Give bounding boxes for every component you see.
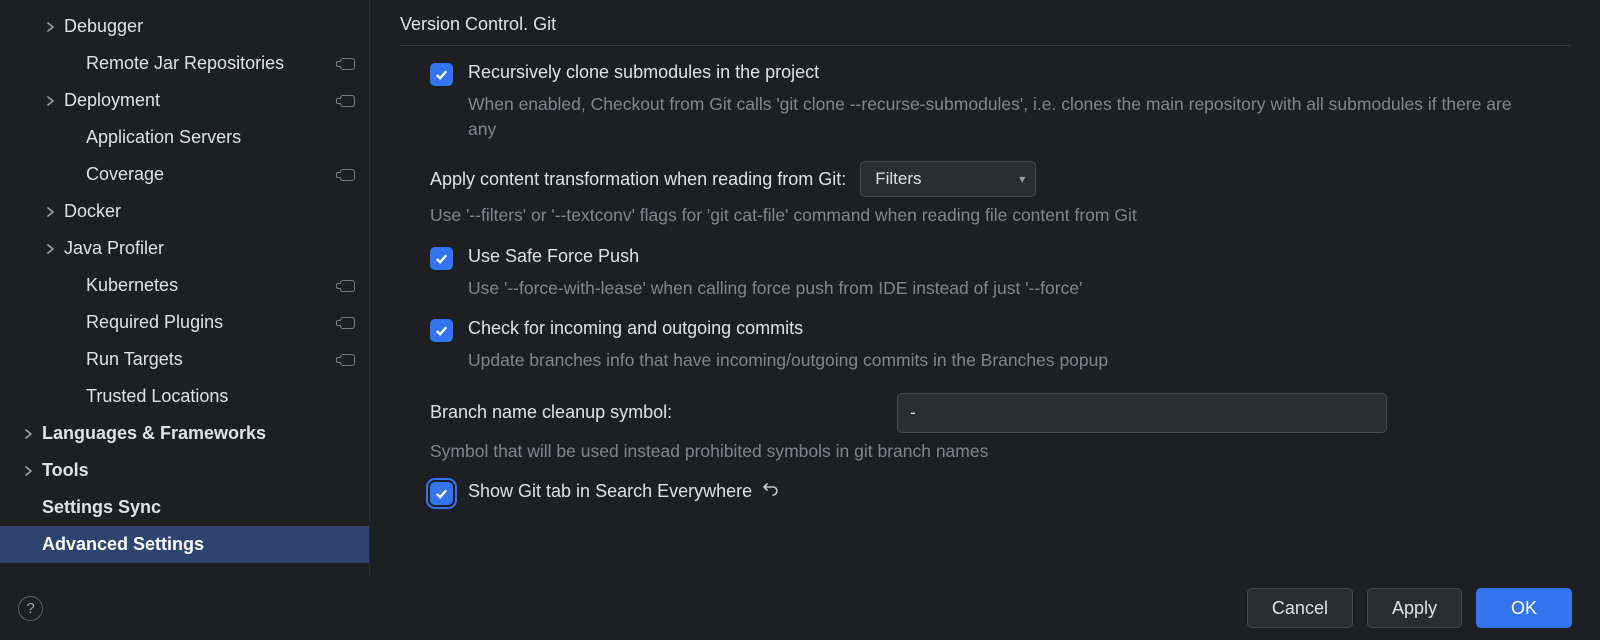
- tree-item-label: Settings Sync: [42, 497, 355, 518]
- tree-item-label: Debugger: [64, 16, 355, 37]
- chevron-right-icon: [38, 22, 64, 32]
- setting-description: Use '--force-with-lease' when calling fo…: [400, 270, 1570, 307]
- chevron-right-icon: [38, 96, 64, 106]
- tree-item-label: Application Servers: [86, 127, 355, 148]
- dropdown-value: Filters: [875, 169, 921, 189]
- tree-item-label: Remote Jar Repositories: [86, 53, 340, 74]
- checkbox-safe-force-push[interactable]: [430, 247, 453, 270]
- tree-item-debugger[interactable]: Debugger: [0, 8, 369, 45]
- tree-item-languages-frameworks[interactable]: Languages & Frameworks: [0, 415, 369, 452]
- section-title: Version Control. Git: [400, 14, 1570, 46]
- setting-row-incoming-commits: Check for incoming and outgoing commits: [400, 306, 1570, 342]
- tree-item-docker[interactable]: Docker: [0, 193, 369, 230]
- tree-item-kubernetes[interactable]: Kubernetes: [0, 267, 369, 304]
- tree-item-label: Java Profiler: [64, 238, 355, 259]
- chevron-down-icon: ▾: [1019, 172, 1025, 186]
- tree-item-label: Kubernetes: [86, 275, 340, 296]
- checkbox-incoming-commits[interactable]: [430, 319, 453, 342]
- setting-row-branch-cleanup: Branch name cleanup symbol:: [400, 379, 1570, 433]
- setting-label: Branch name cleanup symbol:: [430, 402, 672, 423]
- checkbox-recurse-submodules[interactable]: [430, 63, 453, 86]
- setting-label: Check for incoming and outgoing commits: [468, 318, 803, 339]
- setting-description: Update branches info that have incoming/…: [400, 342, 1570, 379]
- project-scope-icon: [340, 95, 355, 107]
- tree-item-deployment[interactable]: Deployment: [0, 82, 369, 119]
- setting-description: Symbol that will be used instead prohibi…: [400, 433, 1570, 470]
- tree-item-trusted-locations[interactable]: Trusted Locations: [0, 378, 369, 415]
- tree-item-label: Advanced Settings: [42, 534, 355, 555]
- footer-bar: ? Cancel Apply OK: [0, 576, 1600, 640]
- setting-label: Show Git tab in Search Everywhere: [468, 481, 752, 502]
- chevron-right-icon: [16, 466, 42, 476]
- setting-row-recurse-submodules: Recursively clone submodules in the proj…: [400, 50, 1570, 86]
- tree-item-label: Deployment: [64, 90, 340, 111]
- chevron-right-icon: [38, 207, 64, 217]
- tree-item-label: Coverage: [86, 164, 340, 185]
- checkbox-git-search-tab[interactable]: [430, 482, 453, 505]
- tree-item-run-targets[interactable]: Run Targets: [0, 341, 369, 378]
- tree-item-advanced-settings[interactable]: Advanced Settings: [0, 526, 369, 563]
- tree-item-settings-sync[interactable]: Settings Sync: [0, 489, 369, 526]
- tree-item-coverage[interactable]: Coverage: [0, 156, 369, 193]
- tree-item-required-plugins[interactable]: Required Plugins: [0, 304, 369, 341]
- chevron-right-icon: [38, 244, 64, 254]
- tree-item-label: Trusted Locations: [86, 386, 355, 407]
- ok-button[interactable]: OK: [1476, 588, 1572, 628]
- setting-row-git-search-tab: Show Git tab in Search Everywhere: [400, 469, 1570, 505]
- tree-item-application-servers[interactable]: Application Servers: [0, 119, 369, 156]
- help-icon[interactable]: ?: [18, 596, 43, 621]
- tree-item-java-profiler[interactable]: Java Profiler: [0, 230, 369, 267]
- input-branch-cleanup-symbol[interactable]: [897, 393, 1387, 433]
- setting-label: Recursively clone submodules in the proj…: [468, 62, 819, 83]
- tree-item-label: Languages & Frameworks: [42, 423, 355, 444]
- tree-item-label: Required Plugins: [86, 312, 340, 333]
- settings-tree-sidebar: Debugger Remote Jar Repositories Deploymen…: [0, 0, 370, 576]
- chevron-right-icon: [16, 429, 42, 439]
- settings-content: Version Control. Git Recursively clone s…: [370, 0, 1600, 576]
- revert-icon[interactable]: [760, 481, 780, 501]
- project-scope-icon: [340, 169, 355, 181]
- apply-button[interactable]: Apply: [1367, 588, 1462, 628]
- tree-item-label: Docker: [64, 201, 355, 222]
- project-scope-icon: [340, 354, 355, 366]
- project-scope-icon: [340, 280, 355, 292]
- project-scope-icon: [340, 317, 355, 329]
- tree-item-label: Tools: [42, 460, 355, 481]
- setting-description: When enabled, Checkout from Git calls 'g…: [400, 86, 1570, 147]
- tree-item-tools[interactable]: Tools: [0, 452, 369, 489]
- dropdown-content-transformation[interactable]: Filters ▾: [860, 161, 1036, 197]
- setting-row-content-transformation: Apply content transformation when readin…: [400, 147, 1570, 197]
- project-scope-icon: [340, 58, 355, 70]
- setting-label: Apply content transformation when readin…: [430, 169, 846, 190]
- setting-row-safe-force-push: Use Safe Force Push: [400, 234, 1570, 270]
- tree-item-label: Run Targets: [86, 349, 340, 370]
- tree-item-remote-jar-repositories[interactable]: Remote Jar Repositories: [0, 45, 369, 82]
- cancel-button[interactable]: Cancel: [1247, 588, 1353, 628]
- setting-description: Use '--filters' or '--textconv' flags fo…: [400, 197, 1570, 234]
- setting-label: Use Safe Force Push: [468, 246, 639, 267]
